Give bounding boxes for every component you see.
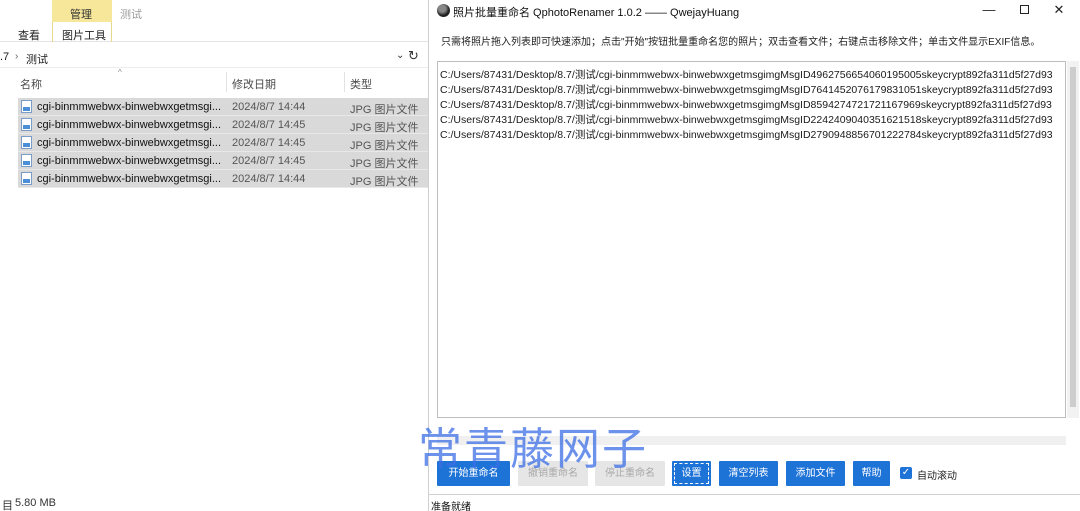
file-row[interactable]: cgi-binmmwebwx-binwebwxgetmsgi... 2024/8… bbox=[18, 170, 428, 188]
file-row[interactable]: cgi-binmmwebwx-binwebwxgetmsgi... 2024/8… bbox=[18, 152, 428, 170]
list-item[interactable]: C:/Users/87431/Desktop/8.7/测试/cgi-binmmw… bbox=[440, 82, 1053, 97]
file-path-list[interactable]: C:/Users/87431/Desktop/8.7/测试/cgi-binmmw… bbox=[437, 61, 1066, 418]
file-type: JPG 图片文件 bbox=[350, 104, 419, 116]
status-selection-size: 5.80 MB bbox=[15, 497, 56, 509]
settings-button[interactable]: 设置 bbox=[672, 461, 711, 486]
add-files-button[interactable]: 添加文件 bbox=[786, 461, 845, 486]
refresh-icon[interactable]: ↻ bbox=[408, 48, 419, 64]
file-row[interactable]: cgi-binmmwebwx-binwebwxgetmsgi... 2024/8… bbox=[18, 116, 428, 134]
breadcrumb-current[interactable]: 测试 bbox=[26, 51, 48, 67]
list-item[interactable]: C:/Users/87431/Desktop/8.7/测试/cgi-binmmw… bbox=[440, 67, 1053, 82]
autoscroll-label[interactable]: 自动滚动 bbox=[917, 467, 957, 482]
app-logo-icon bbox=[437, 4, 450, 17]
address-dropdown-icon[interactable]: ⌄ bbox=[396, 50, 404, 61]
column-header-name[interactable]: 名称 bbox=[20, 70, 225, 94]
file-name: cgi-binmmwebwx-binwebwxgetmsgi... bbox=[37, 101, 222, 113]
vertical-scrollbar[interactable] bbox=[1067, 61, 1079, 418]
file-row[interactable]: cgi-binmmwebwx-binwebwxgetmsgi... 2024/8… bbox=[18, 134, 428, 152]
column-header-date[interactable]: 修改日期 bbox=[232, 70, 342, 94]
renamer-status-bar: 准备就绪 bbox=[429, 494, 1080, 511]
file-name: cgi-binmmwebwx-binwebwxgetmsgi... bbox=[37, 119, 222, 131]
file-row[interactable]: cgi-binmmwebwx-binwebwxgetmsgi... 2024/8… bbox=[18, 98, 428, 116]
list-item[interactable]: C:/Users/87431/Desktop/8.7/测试/cgi-binmmw… bbox=[440, 112, 1053, 127]
window-title: 照片批量重命名 QphotoRenamer 1.0.2 —— QwejayHua… bbox=[453, 7, 740, 19]
stop-rename-button[interactable]: 停止重命名 bbox=[595, 461, 665, 486]
file-date: 2024/8/7 14:45 bbox=[232, 119, 306, 131]
tab-picture-tools[interactable]: 图片工具 bbox=[62, 27, 106, 43]
list-item[interactable]: C:/Users/87431/Desktop/8.7/测试/cgi-binmmw… bbox=[440, 97, 1052, 112]
image-file-icon bbox=[21, 118, 32, 131]
scrollbar-thumb[interactable] bbox=[1070, 67, 1076, 407]
clear-list-button[interactable]: 清空列表 bbox=[719, 461, 778, 486]
context-group-manage[interactable]: 管理 bbox=[70, 6, 92, 22]
title-bar[interactable]: 照片批量重命名 QphotoRenamer 1.0.2 —— QwejayHua… bbox=[429, 0, 1080, 22]
close-button[interactable]: ✕ bbox=[1042, 0, 1076, 22]
breadcrumb-chevron-icon[interactable]: › bbox=[15, 51, 18, 62]
minimize-button[interactable]: — bbox=[972, 0, 1006, 22]
file-type: JPG 图片文件 bbox=[350, 122, 419, 134]
image-file-icon bbox=[21, 154, 32, 167]
status-item-count: 目 bbox=[2, 500, 13, 511]
checkbox-checked-icon[interactable]: ✓ bbox=[900, 467, 912, 479]
maximize-icon bbox=[1019, 5, 1029, 14]
tab-view[interactable]: 查看 bbox=[18, 27, 40, 43]
maximize-button[interactable] bbox=[1007, 0, 1041, 22]
ribbon-tabs: 管理 测试 查看 图片工具 bbox=[0, 0, 428, 42]
address-bar[interactable]: .7 › 测试 ⌄ ↻ bbox=[0, 46, 428, 68]
column-divider[interactable] bbox=[344, 72, 345, 92]
help-button[interactable]: 帮助 bbox=[853, 461, 890, 486]
renamer-window: 照片批量重命名 QphotoRenamer 1.0.2 —— QwejayHua… bbox=[428, 0, 1080, 511]
file-date: 2024/8/7 14:45 bbox=[232, 155, 306, 167]
file-name: cgi-binmmwebwx-binwebwxgetmsgi... bbox=[37, 137, 222, 149]
horizontal-scrollbar[interactable] bbox=[437, 436, 1066, 445]
file-type: JPG 图片文件 bbox=[350, 158, 419, 170]
file-explorer-window: 管理 测试 查看 图片工具 .7 › 测试 ⌄ ↻ ^ 名称 修改日期 类型 c… bbox=[0, 0, 428, 511]
list-item[interactable]: C:/Users/87431/Desktop/8.7/测试/cgi-binmmw… bbox=[440, 127, 1053, 142]
file-name: cgi-binmmwebwx-binwebwxgetmsgi... bbox=[37, 173, 222, 185]
image-file-icon bbox=[21, 100, 32, 113]
file-date: 2024/8/7 14:45 bbox=[232, 137, 306, 149]
instructions-text: 只需将照片拖入列表即可快速添加；点击"开始"按钮批量重命名您的照片；双击查看文件… bbox=[441, 37, 1041, 48]
image-file-icon bbox=[21, 136, 32, 149]
status-text: 准备就绪 bbox=[431, 502, 471, 511]
column-header-type[interactable]: 类型 bbox=[350, 70, 428, 94]
breadcrumb-parent[interactable]: .7 bbox=[0, 51, 9, 63]
start-rename-button[interactable]: 开始重命名 bbox=[437, 461, 510, 486]
file-date: 2024/8/7 14:44 bbox=[232, 101, 306, 113]
file-list: cgi-binmmwebwx-binwebwxgetmsgi... 2024/8… bbox=[18, 98, 428, 188]
explorer-window-title: 测试 bbox=[120, 9, 142, 21]
file-type: JPG 图片文件 bbox=[350, 176, 419, 188]
file-date: 2024/8/7 14:44 bbox=[232, 173, 306, 185]
file-type: JPG 图片文件 bbox=[350, 140, 419, 152]
file-name: cgi-binmmwebwx-binwebwxgetmsgi... bbox=[37, 155, 222, 167]
undo-rename-button[interactable]: 撤销重命名 bbox=[518, 461, 588, 486]
image-file-icon bbox=[21, 172, 32, 185]
column-divider[interactable] bbox=[226, 72, 227, 92]
